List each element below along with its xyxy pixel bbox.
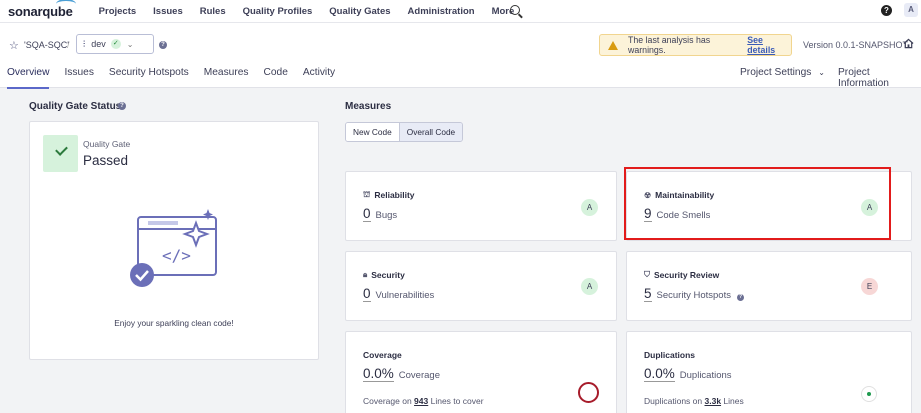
- duplicated-lines-count[interactable]: 3.3k: [705, 396, 722, 406]
- tab-measures[interactable]: Measures: [204, 67, 249, 88]
- vulnerabilities-count[interactable]: 0: [363, 287, 371, 302]
- quality-gate-card: Quality Gate Passed </> Enjoy your spark…: [29, 121, 319, 360]
- duplications-card: Duplications 0.0% Duplications Duplicatio…: [626, 331, 912, 413]
- reliability-card: ⛫ Reliability 0 Bugs A: [345, 171, 617, 241]
- coverage-donut-icon: [578, 382, 599, 403]
- project-tabs: Overview Issues Security Hotspots Measur…: [0, 67, 350, 89]
- quality-gate-status-heading: Quality Gate Status: [29, 101, 122, 112]
- coverage-percent[interactable]: 0.0%: [363, 367, 394, 382]
- security-label: Security: [371, 270, 405, 280]
- see-details-link[interactable]: See details: [747, 35, 791, 55]
- duplications-lines-suffix: Lines: [723, 396, 744, 406]
- security-review-card: ⛉ Security Review 5 Security Hotspots? E: [626, 251, 912, 321]
- duplications-percent[interactable]: 0.0%: [644, 367, 675, 382]
- project-name[interactable]: 'SQA-SQC': [24, 40, 69, 50]
- tab-security-hotspots[interactable]: Security Hotspots: [109, 67, 189, 88]
- shield-icon: ⛉: [644, 270, 650, 279]
- security-review-title: ⛉ Security Review: [644, 270, 719, 280]
- warning-text: The last analysis has warnings.: [628, 35, 711, 55]
- security-hotspots-label: Security Hotspots: [656, 290, 731, 301]
- security-review-rating[interactable]: E: [861, 278, 878, 295]
- branch-status-check-icon: ✓: [110, 39, 121, 49]
- coverage-lines-prefix: Coverage on: [363, 396, 412, 406]
- lines-to-cover-count[interactable]: 943: [414, 396, 428, 406]
- security-card: 🔒︎ Security 0 Vulnerabilities A: [345, 251, 617, 321]
- project-header: ☆ 'SQA-SQC' / ⫶ dev ✓ ⌄ ? The last analy…: [0, 22, 921, 89]
- coverage-label: Coverage: [398, 370, 440, 381]
- branch-selector[interactable]: ⫶ dev ✓ ⌄: [76, 34, 154, 54]
- overall-code-button[interactable]: Overall Code: [398, 123, 463, 141]
- bugs-label: Bugs: [375, 210, 398, 221]
- quality-gate-help-icon[interactable]: ?: [118, 102, 126, 110]
- security-rating[interactable]: A: [581, 278, 598, 295]
- nav-quality-profiles[interactable]: Quality Profiles: [243, 6, 313, 17]
- nav-quality-gates[interactable]: Quality Gates: [329, 6, 390, 17]
- main-nav: Projects Issues Rules Quality Profiles Q…: [99, 6, 532, 17]
- project-information-link[interactable]: Project Information: [838, 67, 921, 89]
- security-title: 🔒︎ Security: [363, 270, 405, 280]
- nav-administration[interactable]: Administration: [408, 6, 475, 17]
- tab-activity[interactable]: Activity: [303, 67, 335, 88]
- project-settings-label: Project Settings: [740, 67, 812, 78]
- nav-projects[interactable]: Projects: [99, 6, 137, 17]
- new-code-button[interactable]: New Code: [346, 123, 399, 141]
- bug-icon: ⛫: [363, 190, 371, 199]
- nav-rules[interactable]: Rules: [200, 6, 226, 17]
- lock-icon: 🔒︎: [363, 270, 368, 279]
- project-settings-menu[interactable]: Project Settings ⌄: [740, 67, 825, 78]
- avatar[interactable]: A: [904, 3, 918, 17]
- svg-text:</>: </>: [162, 246, 191, 265]
- coverage-card: Coverage 0.0% Coverage Coverage on 943 Li…: [345, 331, 617, 413]
- security-review-label: Security Review: [654, 270, 720, 280]
- duplications-indicator-icon: [861, 386, 877, 402]
- sonarqube-logo[interactable]: sonarqube: [8, 0, 76, 19]
- coverage-title: Coverage: [363, 350, 402, 360]
- security-hotspots-help-icon[interactable]: ?: [736, 294, 744, 301]
- search-icon[interactable]: [510, 5, 520, 15]
- duplications-lines-prefix: Duplications on: [644, 396, 703, 406]
- bugs-count[interactable]: 0: [363, 207, 371, 222]
- coverage-lines-suffix: Lines to cover: [430, 396, 484, 406]
- favorite-star-icon[interactable]: ☆: [9, 39, 19, 52]
- warning-icon: [608, 40, 618, 50]
- duplications-lines-text: Duplications on 3.3k Lines: [644, 396, 744, 406]
- maintainability-highlight-box: [624, 167, 891, 240]
- duplications-title: Duplications: [644, 350, 696, 360]
- breadcrumb-separator: /: [67, 40, 70, 50]
- vulnerabilities-label: Vulnerabilities: [375, 290, 435, 301]
- branch-name: dev: [91, 39, 106, 49]
- code-period-toggle: New Code Overall Code: [345, 122, 464, 142]
- quality-gate-label: Quality Gate: [83, 139, 131, 149]
- measures-heading: Measures: [345, 101, 392, 112]
- tab-code[interactable]: Code: [264, 67, 288, 88]
- security-hotspots-count[interactable]: 5: [644, 287, 652, 302]
- help-icon[interactable]: ?: [881, 5, 892, 16]
- top-navbar: sonarqube Projects Issues Rules Quality …: [0, 0, 921, 22]
- quality-gate-message: Enjoy your sparkling clean code!: [114, 318, 234, 328]
- branch-icon: ⫶: [83, 38, 86, 49]
- chevron-down-icon: ⌄: [818, 68, 825, 77]
- branch-help-icon[interactable]: ?: [159, 41, 167, 49]
- nav-issues[interactable]: Issues: [153, 6, 183, 17]
- duplications-label: Duplications: [679, 370, 732, 381]
- clean-code-illustration-icon: </>: [130, 209, 217, 287]
- home-icon[interactable]: [903, 38, 914, 49]
- reliability-title: ⛫ Reliability: [363, 190, 415, 200]
- project-version: Version 0.0.1-SNAPSHOT: [803, 40, 909, 50]
- analysis-warning-banner: The last analysis has warnings. See deta…: [599, 34, 792, 56]
- chevron-down-icon: ⌄: [126, 39, 134, 49]
- reliability-label: Reliability: [374, 190, 415, 200]
- quality-gate-status: Passed: [83, 153, 129, 168]
- tab-overview[interactable]: Overview: [7, 67, 50, 89]
- passed-check-icon: [43, 135, 78, 172]
- tab-issues[interactable]: Issues: [64, 67, 93, 88]
- coverage-lines-text: Coverage on 943 Lines to cover: [363, 396, 484, 406]
- reliability-rating[interactable]: A: [581, 199, 598, 216]
